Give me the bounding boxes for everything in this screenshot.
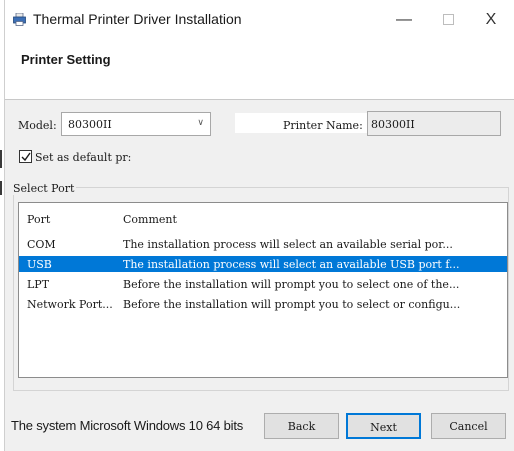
- printer-name-field[interactable]: 80300II: [367, 111, 501, 136]
- cancel-button-label: Cancel: [449, 420, 488, 433]
- minimize-button[interactable]: —: [392, 8, 416, 32]
- chevron-down-icon: ∨: [197, 117, 204, 127]
- next-button-label: Next: [370, 421, 397, 434]
- port-name: LPT: [27, 278, 50, 291]
- printer-name-label: Printer Name:: [283, 119, 363, 132]
- model-label: Model:: [18, 119, 57, 132]
- column-header-port[interactable]: Port: [27, 213, 50, 226]
- port-comment: Before the installation will prompt you …: [123, 278, 460, 291]
- port-comment: The installation process will select an …: [123, 258, 460, 271]
- title-bar[interactable]: Thermal Printer Driver Installation — X: [5, 0, 514, 40]
- header-panel: Printer Setting: [5, 40, 514, 100]
- list-header: Port Comment: [19, 213, 507, 229]
- port-list[interactable]: Port Comment COM The installation proces…: [18, 202, 508, 378]
- back-button[interactable]: Back: [264, 413, 339, 439]
- default-printer-label[interactable]: Set as default pr:: [35, 151, 131, 164]
- port-name: Network Port...: [27, 298, 113, 311]
- cancel-button[interactable]: Cancel: [431, 413, 506, 439]
- model-dropdown[interactable]: 80300II ∨: [61, 112, 211, 136]
- port-row-network[interactable]: Network Port... Before the installation …: [19, 296, 507, 312]
- port-name: USB: [27, 258, 52, 271]
- close-button[interactable]: X: [479, 8, 503, 32]
- next-button[interactable]: Next: [346, 413, 421, 439]
- maximize-button[interactable]: [436, 8, 460, 32]
- port-row-com[interactable]: COM The installation process will select…: [19, 236, 507, 252]
- port-name: COM: [27, 238, 56, 251]
- background-edge-mark: [0, 150, 2, 168]
- printer-app-icon: [13, 13, 26, 26]
- port-comment: Before the installation will prompt you …: [123, 298, 461, 311]
- back-button-label: Back: [287, 420, 316, 433]
- port-row-lpt[interactable]: LPT Before the installation will prompt …: [19, 276, 507, 292]
- background-edge-mark: [0, 181, 2, 195]
- installer-window: Thermal Printer Driver Installation — X …: [4, 0, 514, 451]
- window-title: Thermal Printer Driver Installation: [33, 11, 242, 27]
- os-info-text: The system Microsoft Windows 10 64 bits: [11, 418, 244, 433]
- page-title: Printer Setting: [21, 52, 111, 67]
- select-port-legend: Select Port: [11, 182, 77, 195]
- printer-name-value: 80300II: [371, 118, 415, 131]
- checkmark-icon: [21, 152, 31, 162]
- column-header-comment[interactable]: Comment: [123, 213, 177, 226]
- model-value: 80300II: [68, 118, 112, 131]
- maximize-icon: [442, 14, 454, 26]
- port-comment: The installation process will select an …: [123, 238, 453, 251]
- default-printer-checkbox[interactable]: [19, 150, 32, 163]
- port-row-usb[interactable]: USB The installation process will select…: [19, 256, 507, 272]
